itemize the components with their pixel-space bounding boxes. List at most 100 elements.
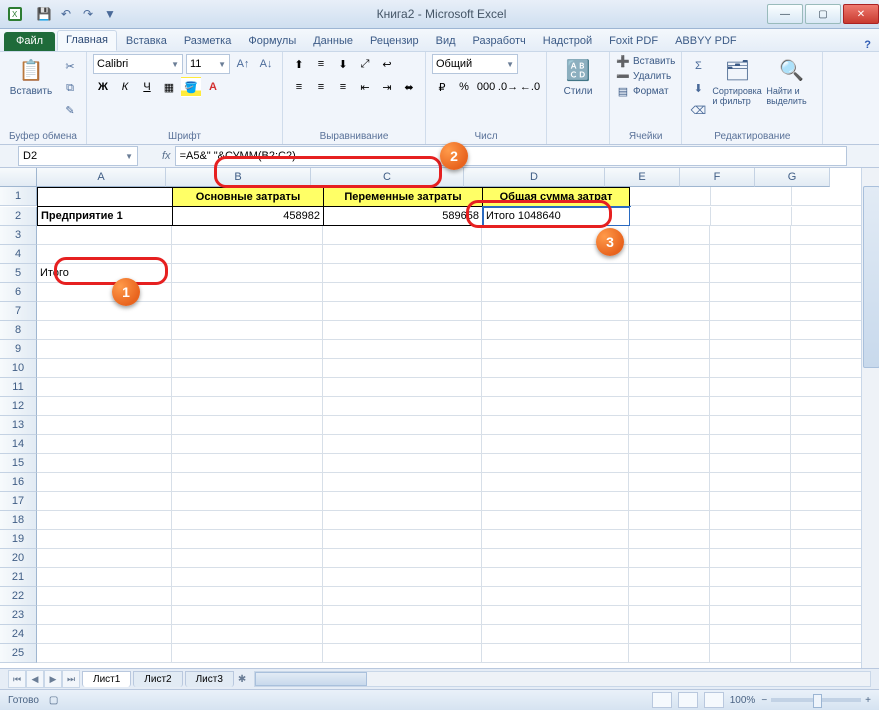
cell[interactable] — [323, 568, 482, 587]
row-header[interactable]: 22 — [0, 587, 37, 606]
col-header-E[interactable]: E — [605, 168, 680, 187]
tab-home[interactable]: Главная — [57, 30, 117, 51]
col-header-G[interactable]: G — [755, 168, 830, 187]
col-header-D[interactable]: D — [464, 168, 605, 187]
indent-dec-icon[interactable]: ⇤ — [355, 77, 375, 97]
grow-font-icon[interactable]: A↑ — [233, 54, 253, 74]
cell[interactable] — [710, 302, 791, 321]
cell[interactable] — [710, 321, 791, 340]
cell[interactable] — [172, 435, 323, 454]
cell[interactable] — [482, 321, 629, 340]
cell[interactable] — [710, 359, 791, 378]
font-name-combo[interactable]: Calibri▼ — [93, 54, 183, 74]
cell[interactable] — [172, 226, 323, 245]
cells-format-button[interactable]: ▤Формат — [616, 84, 669, 98]
cell[interactable] — [629, 644, 710, 663]
help-icon[interactable]: ? — [864, 39, 871, 51]
cell[interactable] — [37, 283, 172, 302]
tab-insert[interactable]: Вставка — [118, 32, 175, 51]
cell[interactable] — [37, 359, 172, 378]
cell[interactable] — [710, 473, 791, 492]
cell[interactable] — [791, 530, 872, 549]
cell[interactable] — [629, 416, 710, 435]
cell[interactable] — [482, 245, 629, 264]
cell[interactable] — [172, 492, 323, 511]
cell[interactable] — [791, 644, 872, 663]
cell[interactable] — [323, 435, 482, 454]
cell[interactable] — [37, 473, 172, 492]
cell[interactable]: Предприятие 1 — [37, 207, 173, 226]
save-icon[interactable]: 💾 — [36, 6, 52, 22]
align-left-icon[interactable]: ≡ — [289, 77, 309, 97]
cell[interactable]: Основные затраты — [173, 187, 324, 207]
formula-input[interactable]: =A5&" "&СУММ(B2:C2) — [175, 146, 847, 166]
cell[interactable] — [482, 644, 629, 663]
cell[interactable] — [37, 568, 172, 587]
cell[interactable] — [37, 530, 172, 549]
cell[interactable] — [172, 568, 323, 587]
cell[interactable] — [629, 226, 710, 245]
tab-addins[interactable]: Надстрой — [535, 32, 600, 51]
sheet-nav-first-icon[interactable]: ⏮ — [8, 670, 26, 688]
cell[interactable] — [172, 302, 323, 321]
underline-button[interactable]: Ч — [137, 77, 157, 97]
cell[interactable]: 589658 — [324, 207, 483, 226]
align-bottom-icon[interactable]: ⬇ — [333, 54, 353, 74]
cell[interactable] — [629, 321, 710, 340]
cell[interactable] — [37, 321, 172, 340]
cell[interactable] — [791, 435, 872, 454]
scrollbar-thumb[interactable] — [863, 186, 879, 368]
cell[interactable] — [710, 226, 791, 245]
cell[interactable] — [629, 264, 710, 283]
wrap-text-icon[interactable]: ↩ — [377, 54, 397, 74]
cell[interactable] — [482, 549, 629, 568]
row-header[interactable]: 25 — [0, 644, 37, 663]
cell[interactable] — [172, 644, 323, 663]
cell[interactable] — [37, 245, 172, 264]
cell[interactable] — [172, 321, 323, 340]
cell[interactable]: 458982 — [173, 207, 324, 226]
cell[interactable] — [791, 549, 872, 568]
cell[interactable] — [37, 492, 172, 511]
cell[interactable] — [791, 511, 872, 530]
cell[interactable] — [710, 416, 791, 435]
orientation-icon[interactable]: ⤢ — [355, 54, 375, 74]
cell[interactable]: Итого 1048640 — [483, 207, 630, 226]
cell[interactable]: Переменные затраты — [324, 187, 483, 207]
cell[interactable] — [629, 283, 710, 302]
cell[interactable] — [482, 606, 629, 625]
row-header[interactable]: 12 — [0, 397, 37, 416]
cell[interactable] — [482, 435, 629, 454]
row-header[interactable]: 15 — [0, 454, 37, 473]
cell[interactable] — [482, 568, 629, 587]
cell[interactable] — [629, 625, 710, 644]
shrink-font-icon[interactable]: A↓ — [256, 54, 276, 74]
cell[interactable] — [791, 340, 872, 359]
row-header[interactable]: 16 — [0, 473, 37, 492]
row-header[interactable]: 3 — [0, 226, 37, 245]
tab-foxit[interactable]: Foxit PDF — [601, 32, 666, 51]
autosum-icon[interactable]: Σ — [688, 56, 708, 76]
sheet-nav-next-icon[interactable]: ▶ — [44, 670, 62, 688]
maximize-button[interactable]: ▢ — [805, 4, 841, 24]
align-center-icon[interactable]: ≡ — [311, 77, 331, 97]
row-header[interactable]: 4 — [0, 245, 37, 264]
cell[interactable] — [482, 511, 629, 530]
cell[interactable] — [629, 473, 710, 492]
cell[interactable] — [629, 606, 710, 625]
cell[interactable] — [710, 625, 791, 644]
cell[interactable] — [629, 245, 710, 264]
row-header[interactable]: 2 — [0, 207, 37, 226]
cell[interactable] — [172, 245, 323, 264]
percent-icon[interactable]: % — [454, 77, 474, 97]
cell[interactable] — [37, 226, 172, 245]
cell[interactable] — [710, 606, 791, 625]
inc-decimal-icon[interactable]: .0→ — [498, 77, 518, 97]
cell[interactable] — [710, 397, 791, 416]
cell[interactable] — [172, 625, 323, 644]
vertical-scrollbar[interactable] — [861, 168, 879, 668]
cell[interactable] — [37, 511, 172, 530]
currency-icon[interactable]: ₽ — [432, 77, 452, 97]
col-header-F[interactable]: F — [680, 168, 755, 187]
zoom-slider[interactable] — [771, 698, 861, 702]
